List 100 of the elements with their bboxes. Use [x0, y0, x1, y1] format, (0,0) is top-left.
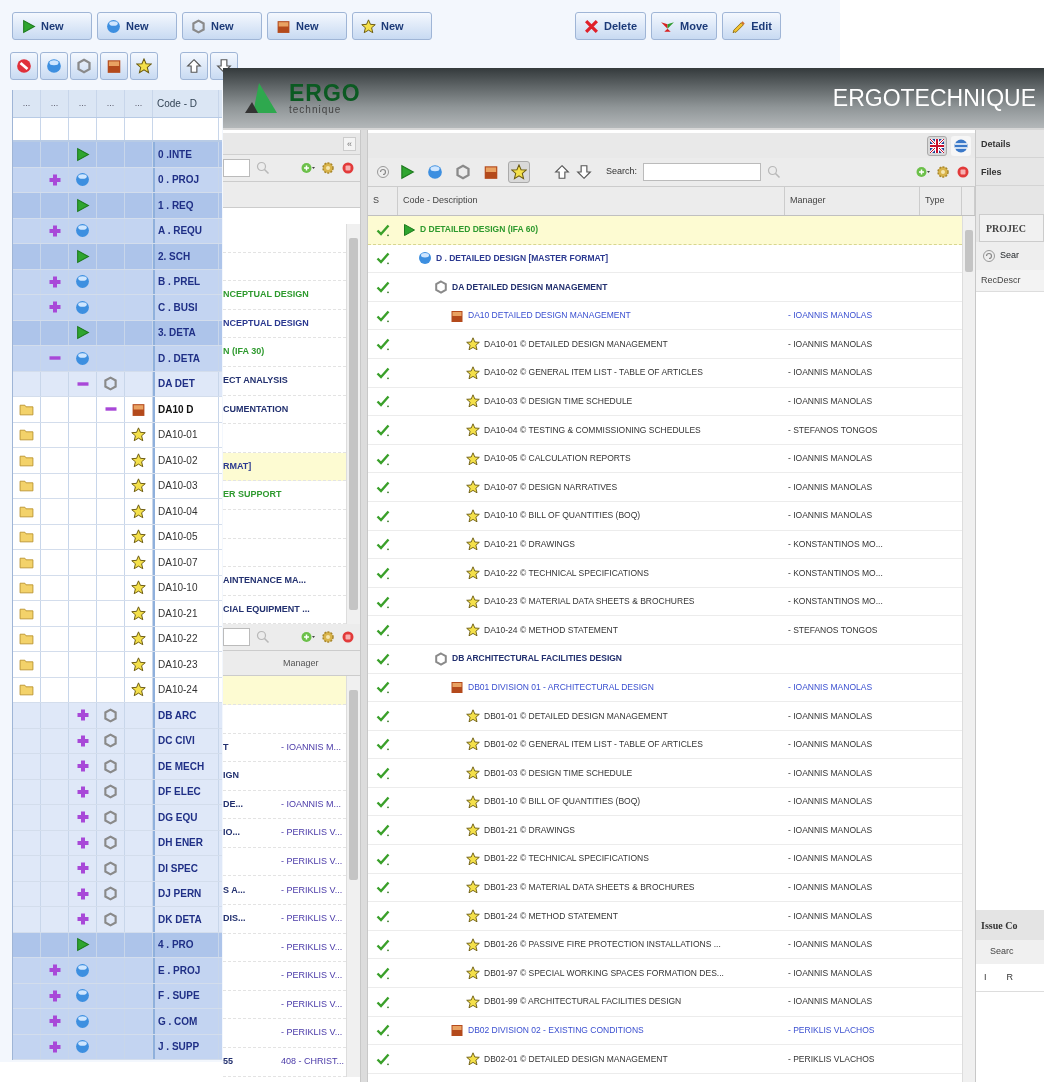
add-dropdown-icon[interactable] — [916, 165, 930, 179]
tree-row[interactable]: 3. DETA — [13, 320, 222, 346]
manager-name: - IOANNIS MANOLAS — [788, 938, 873, 951]
tree-row[interactable]: DG EQU — [13, 805, 222, 831]
plus-icon[interactable] — [75, 759, 90, 774]
plus-icon[interactable] — [75, 912, 90, 927]
tree-row[interactable]: 2. SCH — [13, 244, 222, 270]
tree-row[interactable]: J . SUPP — [13, 1034, 222, 1060]
tree-row[interactable]: DA10-10 — [13, 575, 222, 601]
tree-row[interactable]: DA10-24 — [13, 677, 222, 703]
collapse-button[interactable]: « — [343, 136, 356, 151]
gear-icon[interactable] — [321, 161, 335, 175]
search-field[interactable] — [643, 163, 762, 181]
plus-icon[interactable] — [47, 963, 62, 978]
add-dropdown-icon[interactable] — [301, 630, 315, 645]
tab[interactable]: PROJEC — [979, 214, 1044, 242]
tree-row[interactable]: 1 . REQ — [13, 193, 222, 219]
refresh-icon[interactable] — [982, 249, 996, 263]
gear-icon[interactable] — [936, 165, 950, 179]
delete-button[interactable]: Delete — [575, 12, 647, 40]
search-icon[interactable] — [256, 161, 270, 175]
tree-row[interactable]: G . COM — [13, 1009, 222, 1035]
search-icon[interactable] — [767, 165, 782, 179]
gear-icon[interactable] — [321, 630, 335, 645]
filter-button[interactable] — [130, 52, 158, 80]
edit-button[interactable]: Edit — [722, 12, 781, 40]
filter-button[interactable] — [10, 52, 38, 80]
move-up-button[interactable] — [180, 52, 208, 80]
stop-icon[interactable] — [341, 630, 355, 645]
tree-row[interactable]: B . PREL — [13, 269, 222, 295]
tree-row[interactable]: A . REQU — [13, 218, 222, 244]
tree-row[interactable]: 0 .INTE — [13, 142, 222, 168]
plus-icon[interactable] — [75, 784, 90, 799]
plus-icon[interactable] — [47, 988, 62, 1003]
plus-icon[interactable] — [75, 835, 90, 850]
scrollbar[interactable] — [346, 676, 360, 1077]
tree-row[interactable]: DA10 D — [13, 397, 222, 423]
tree-row[interactable]: DA DET — [13, 371, 222, 397]
plus-icon[interactable] — [47, 274, 62, 289]
language-button[interactable] — [927, 135, 947, 156]
tree-row[interactable]: DF ELEC — [13, 779, 222, 805]
new-button[interactable]: New — [267, 12, 347, 40]
tree-row[interactable]: DC CIVI — [13, 728, 222, 754]
tree-row[interactable]: F . SUPE — [13, 983, 222, 1009]
tree-row[interactable]: DA10-03 — [13, 473, 222, 499]
tree-row[interactable]: DA10-21 — [13, 601, 222, 627]
stop-icon[interactable] — [341, 161, 355, 175]
plus-icon[interactable] — [47, 1014, 62, 1029]
tree-row[interactable]: RMAT] — [223, 452, 346, 482]
filter-button[interactable] — [40, 52, 68, 80]
scrollbar[interactable] — [346, 224, 360, 625]
tree-row[interactable]: C . BUSI — [13, 295, 222, 321]
up-arrow-icon[interactable] — [554, 164, 570, 180]
tree-row[interactable]: DB ARC — [13, 703, 222, 729]
new-button[interactable]: New — [12, 12, 92, 40]
tree-row[interactable]: DA10-07 — [13, 550, 222, 576]
tree-row[interactable]: DH ENER — [13, 830, 222, 856]
plus-icon[interactable] — [75, 708, 90, 723]
filter-button[interactable] — [100, 52, 128, 80]
plus-icon[interactable] — [75, 861, 90, 876]
tree-row[interactable]: D . DETA — [13, 346, 222, 372]
filter-button[interactable] — [508, 161, 530, 183]
tree-row[interactable]: DI SPEC — [13, 856, 222, 882]
tree-row[interactable]: D DETAILED DESIGN (IFA 60) — [368, 216, 962, 245]
tree-row[interactable]: DE MECH — [13, 754, 222, 780]
tree-row[interactable]: DA10-05 — [13, 524, 222, 550]
filter-button[interactable] — [70, 52, 98, 80]
plus-icon[interactable] — [47, 223, 62, 238]
stop-icon[interactable] — [956, 165, 970, 179]
tree-row[interactable]: DA10-01 — [13, 422, 222, 448]
plus-icon[interactable] — [75, 810, 90, 825]
plus-icon[interactable] — [75, 886, 90, 901]
tree-row[interactable]: DA10-22 — [13, 626, 222, 652]
down-arrow-icon[interactable] — [576, 164, 592, 180]
tree-row[interactable]: DJ PERN — [13, 881, 222, 907]
move-button[interactable]: Move — [651, 12, 718, 40]
section-header[interactable]: Files — [976, 161, 1044, 186]
refresh-icon[interactable] — [376, 165, 390, 179]
new-button[interactable]: New — [352, 12, 432, 40]
language-button[interactable] — [951, 135, 971, 156]
tree-row[interactable]: DA10-04 — [13, 499, 222, 525]
tree-row[interactable]: DA10-23 — [13, 652, 222, 678]
new-button[interactable]: New — [182, 12, 262, 40]
tree-row[interactable]: E . PROJ — [13, 958, 222, 984]
plus-icon[interactable] — [47, 1039, 62, 1054]
search-field[interactable] — [223, 628, 250, 647]
plus-icon[interactable] — [47, 300, 62, 315]
tree-row[interactable]: 0 . PROJ — [13, 167, 222, 193]
add-dropdown-icon[interactable] — [301, 161, 315, 175]
tree-row[interactable]: DK DETA — [13, 907, 222, 933]
search-field[interactable] — [223, 159, 250, 177]
scrollbar[interactable] — [962, 216, 975, 1082]
tree-row[interactable]: DA10-02 — [13, 448, 222, 474]
new-button[interactable]: New — [97, 12, 177, 40]
search-icon[interactable] — [256, 630, 270, 645]
section-header[interactable]: Details — [976, 133, 1044, 158]
row-label: 4 . PRO — [158, 938, 194, 953]
plus-icon[interactable] — [47, 172, 62, 187]
plus-icon[interactable] — [75, 733, 90, 748]
tree-row[interactable]: 4 . PRO — [13, 932, 222, 958]
